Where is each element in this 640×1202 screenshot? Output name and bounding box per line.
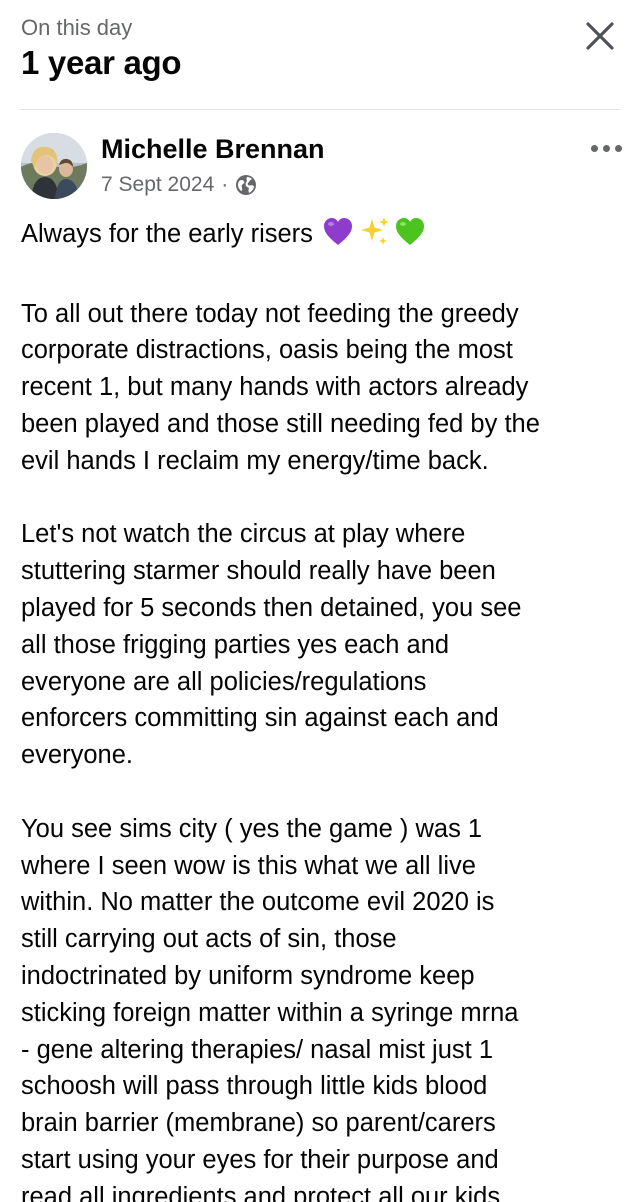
post-header: Michelle Brennan 7 Sept 2024 · (0, 122, 640, 207)
post-line: Always for the early risers (21, 216, 626, 259)
post-meta: 7 Sept 2024 · (101, 173, 257, 197)
post-line: everyone. (21, 741, 133, 770)
sparkles-icon (361, 217, 390, 245)
post-line: corporate distractions, oasis being the … (21, 336, 513, 365)
more-options-button[interactable] (586, 136, 626, 160)
post-line: To all out there today not feeding the g… (21, 299, 519, 328)
post-text: Always for the early risers To all out t… (21, 216, 626, 1202)
purple-heart-icon (324, 218, 353, 245)
post-line: recent 1, but many hands with actors alr… (21, 373, 529, 402)
author-name[interactable]: Michelle Brennan (101, 134, 325, 165)
post-line: within. No matter the outcome evil 2020 … (21, 888, 495, 917)
more-options-icon (590, 144, 598, 152)
post-line: sticking foreign matter within a syringe… (21, 998, 519, 1027)
header-divider (20, 109, 620, 110)
meta-separator: · (221, 173, 229, 196)
header-title: 1 year ago (21, 44, 182, 81)
post-line: read all ingredients and protect all our… (21, 1182, 508, 1202)
close-button[interactable] (580, 16, 620, 56)
post-line: evil hands I reclaim my energy/time back… (21, 446, 489, 475)
header-subtitle: On this day (21, 15, 133, 40)
post-line: all those frigging parties yes each and (21, 630, 450, 659)
post-line: stuttering starmer should really have be… (21, 557, 496, 586)
post-line: You see sims city ( yes the game ) was 1 (21, 814, 483, 843)
avatar[interactable] (21, 133, 87, 199)
post-line: Let's not watch the circus at play where (21, 520, 466, 549)
post-line: indoctrinated by uniform syndrome keep (21, 961, 475, 990)
green-heart-icon (396, 218, 425, 245)
post-date[interactable]: 7 Sept 2024 (101, 173, 214, 197)
post-line: everyone are all policies/regulations (21, 667, 427, 696)
post-line: brain barrier (membrane) so parent/carer… (21, 1109, 496, 1138)
post-line: played for 5 seconds then detained, you … (21, 593, 522, 622)
emoji-group (322, 216, 428, 259)
post-line: where I seen wow is this what we all liv… (21, 851, 476, 880)
globe-icon (235, 174, 257, 196)
avatar-photo (21, 133, 87, 199)
post-line: enforcers committing sin against each an… (21, 704, 499, 733)
post-line: start using your eyes for their purpose … (21, 1145, 499, 1174)
close-icon (586, 22, 614, 50)
more-options-dot (602, 144, 610, 152)
post-line: still carrying out acts of sin, those (21, 925, 397, 954)
post-line: been played and those still needing fed … (21, 409, 540, 438)
post-line: - gene altering therapies/ nasal mist ju… (21, 1035, 493, 1064)
post-line-text: Always for the early risers (21, 220, 321, 248)
memory-header: On this day 1 year ago (0, 0, 640, 110)
post-line: schoosh will pass through little kids bl… (21, 1072, 488, 1101)
more-options-dot (614, 144, 622, 152)
